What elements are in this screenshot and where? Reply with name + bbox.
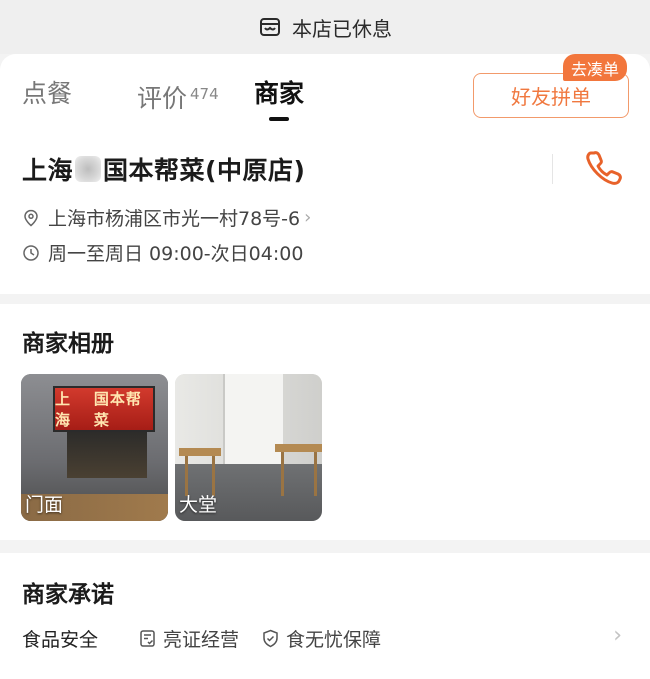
photo-label: 大堂 [179,494,218,516]
album-photo-hall[interactable]: 大堂 [175,374,322,521]
hall-table [179,448,221,456]
chevron-right-icon: › [613,623,622,648]
promise-item-label: 食无忧保障 [286,628,382,651]
tab-review-label: 评价 [137,84,188,113]
store-icon [260,18,280,36]
storefront-sign: 上海 国本帮菜 [53,386,155,432]
store-hours: 周一至周日 09:00-次日04:00 [22,239,303,266]
shield-check-icon [263,629,278,647]
store-status-text: 本店已休息 [292,16,392,41]
tab-order[interactable]: 点餐 [22,78,72,110]
photo-label: 门面 [25,494,64,516]
badge-label: 去凑单 [571,59,620,79]
album-photo-storefront[interactable]: 上海 国本帮菜 门面 [21,374,168,521]
promise-title: 商家承诺 [22,582,114,608]
sign-text-left: 上海 [55,390,72,429]
promise-item-label: 亮证经营 [163,628,240,651]
merchant-album-section: 商家相册 上海 国本帮菜 门面 大堂 [0,304,650,540]
store-name: 上海 国本帮菜(中原店) [22,151,305,187]
store-name-prefix: 上海 [22,156,74,185]
promise-item-license: 亮证经营 [138,625,239,652]
merchant-info-card: 点餐 评价 474 商家 好友拼单 去凑单 上海 国本帮菜(中原店) 上海市杨浦区… [0,54,650,294]
sign-text-right: 国本帮菜 [93,390,142,429]
add-on-order-badge[interactable]: 去凑单 [563,54,628,81]
promise-item-guarantee: 食无忧保障 [261,625,381,652]
store-status-banner: 本店已休息 [0,0,650,54]
license-icon [140,629,155,647]
tab-order-label: 点餐 [22,79,73,108]
hours-text: 周一至周日 09:00-次日04:00 [48,243,304,265]
chevron-right-icon: › [304,207,312,228]
store-address[interactable]: 上海市杨浦区市光一村78号-6 › [22,204,311,231]
tab-merchant-label: 商家 [254,79,305,108]
review-count: 474 [190,85,219,103]
phone-icon[interactable] [583,148,623,188]
hall-door [223,374,283,464]
location-pin-icon [24,209,38,226]
tab-merchant[interactable]: 商家 [254,78,304,110]
clock-icon [23,244,39,261]
album-title: 商家相册 [22,331,114,357]
blurred-text [75,156,102,182]
promise-category: 食品安全 [22,628,99,651]
promise-row[interactable]: 食品安全 亮证经营 食无忧保障 › [22,623,632,653]
hall-table [275,444,322,452]
active-tab-indicator [269,117,289,121]
group-button-label: 好友拼单 [511,85,591,109]
divider [552,154,553,184]
tab-bar: 点餐 评价 474 商家 好友拼单 去凑单 [0,54,650,128]
storefront-window [67,432,147,478]
tab-review[interactable]: 评价 474 [137,78,219,115]
merchant-promise-section: 商家承诺 食品安全 亮证经营 食无忧保障 › [0,553,650,679]
store-name-suffix: 国本帮菜(中原店) [103,156,306,185]
hall-table-legs [281,452,317,496]
address-text: 上海市杨浦区市光一村78号-6 [48,208,301,230]
